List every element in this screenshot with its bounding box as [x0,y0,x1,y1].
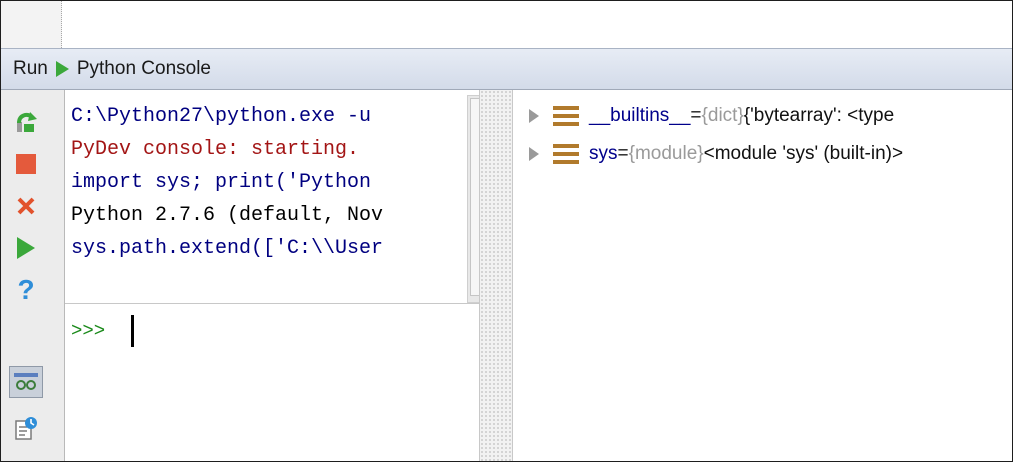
variables-view-icon [14,373,38,390]
console-line: PyDev console: starting. [71,138,360,161]
console-toolbar: ? [1,90,65,461]
variable-name: sys [589,143,618,164]
console-line: import sys; print('Python [71,171,372,194]
console-line: sys.path.extend(['C:\\User [71,237,384,260]
variable-name: __builtins__ [589,105,691,126]
console-line: Python 2.7.6 (default, Nov [71,204,384,227]
run-icon [17,237,35,259]
variable-value: <module 'sys' (built-in)> [703,143,904,164]
history-button[interactable] [9,412,43,444]
show-variables-toggle[interactable] [9,366,43,398]
console-line: C:\Python27\python.exe -u [71,105,372,128]
close-button[interactable] [9,190,43,222]
console-pane: C:\Python27\python.exe -u PyDev console: … [65,90,507,461]
variable-row[interactable]: sys = {module} <module 'sys' (built-in)> [513,136,1012,172]
stop-icon [16,154,36,174]
variable-value: {'bytearray': <type [743,105,895,126]
pane-splitter[interactable] [479,90,513,461]
editor-strip [1,1,1012,48]
variable-equals: = [690,105,702,126]
expand-arrow-icon[interactable] [529,109,539,123]
variable-icon [553,144,579,164]
rerun-icon [17,112,37,132]
ide-window: Run Python Console ? C:\Python27\python.… [0,0,1013,462]
stop-button[interactable] [9,148,43,180]
variables-pane: __builtins__ = {dict} {'bytearray': <typ… [513,90,1012,461]
variable-equals: = [617,143,629,164]
text-cursor [131,315,134,347]
execute-button[interactable] [9,232,43,264]
variable-type: {dict} [701,105,744,126]
history-icon [15,417,37,440]
play-icon [55,61,69,77]
help-button[interactable]: ? [9,274,43,306]
expand-arrow-icon[interactable] [529,147,539,161]
console-tab-label[interactable]: Python Console [77,58,211,80]
variable-type: {module} [628,143,704,164]
rerun-button[interactable] [9,106,43,138]
run-panel-header: Run Python Console [1,48,1012,90]
editor-gutter [1,1,62,48]
help-icon: ? [17,274,35,305]
variable-icon [553,106,579,126]
console-input[interactable]: >>> [65,303,507,364]
run-tab-label[interactable]: Run [13,58,48,80]
console-prompt: >>> [71,320,106,342]
close-icon [17,197,35,215]
console-output: C:\Python27\python.exe -u PyDev console: … [65,90,465,303]
variable-row[interactable]: __builtins__ = {dict} {'bytearray': <typ… [513,98,1012,134]
